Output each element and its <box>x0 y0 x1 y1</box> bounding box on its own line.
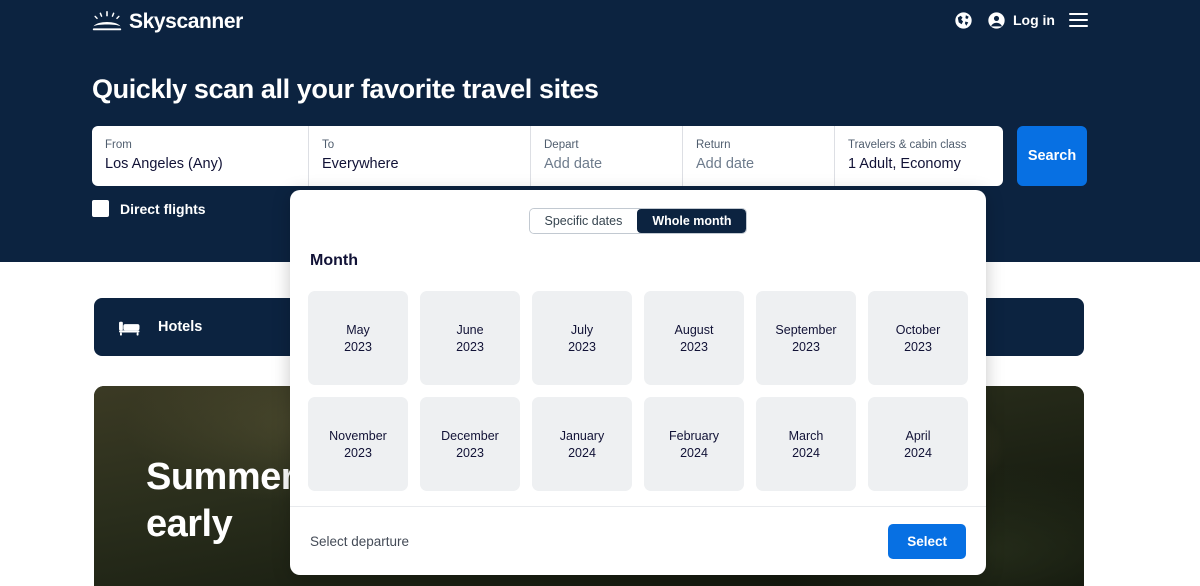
month-year: 2024 <box>904 445 932 460</box>
month-option[interactable]: April 2024 <box>868 397 968 491</box>
month-year: 2024 <box>792 445 820 460</box>
month-name: December <box>441 428 499 443</box>
return-date-field[interactable]: Return Add date <box>683 126 835 186</box>
hamburger-menu-icon[interactable] <box>1069 13 1088 27</box>
flight-search-form: From Los Angeles (Any) To Everywhere Dep… <box>92 126 1087 186</box>
month-option[interactable]: August 2023 <box>644 291 744 385</box>
month-year: 2023 <box>904 339 932 354</box>
travelers-value: 1 Adult, Economy <box>848 156 961 172</box>
depart-date-field[interactable]: Depart Add date <box>531 126 683 186</box>
promo-line-1: Summer <box>146 456 296 498</box>
month-name: February <box>668 428 720 443</box>
promo-line-2: early <box>146 503 233 545</box>
month-year: 2023 <box>568 339 596 354</box>
origin-field[interactable]: From Los Angeles (Any) <box>92 126 309 186</box>
month-option[interactable]: February 2024 <box>644 397 744 491</box>
month-name: January <box>559 428 605 443</box>
months-grid: May 2023 June 2023 July 2023 August 2023… <box>308 291 968 491</box>
month-year: 2023 <box>792 339 820 354</box>
top-navigation-bar: Skyscanner Log in <box>0 0 1200 42</box>
search-button[interactable]: Search <box>1017 126 1087 186</box>
direct-flights-checkbox[interactable] <box>92 200 109 217</box>
month-year: 2023 <box>456 445 484 460</box>
promo-headline: Summer early <box>146 454 296 548</box>
bed-icon <box>119 321 140 336</box>
destination-label: To <box>322 139 335 151</box>
tab-specific-dates[interactable]: Specific dates <box>529 209 638 233</box>
month-section-title: Month <box>310 252 358 269</box>
tab-whole-month[interactable]: Whole month <box>637 209 747 233</box>
month-name: March <box>788 428 824 443</box>
select-departure-note: Select departure <box>310 533 410 549</box>
tab-group: Specific dates Whole month <box>528 208 748 234</box>
origin-value: Los Angeles (Any) <box>105 156 223 172</box>
month-name: April <box>905 428 931 443</box>
direct-flights-label: Direct flights <box>120 200 206 217</box>
month-option[interactable]: October 2023 <box>868 291 968 385</box>
month-name: May <box>346 322 370 337</box>
destination-field[interactable]: To Everywhere <box>309 126 531 186</box>
nav-actions: Log in <box>954 8 1088 32</box>
skyscanner-flight-search-page: Skyscanner Log in Quickly scan all your … <box>0 0 1200 586</box>
destination-value: Everywhere <box>322 156 399 172</box>
date-mode-tabs: Specific dates Whole month <box>290 208 986 234</box>
month-year: 2023 <box>344 339 372 354</box>
select-button[interactable]: Select <box>888 523 966 559</box>
month-option[interactable]: January 2024 <box>532 397 632 491</box>
skyscanner-logo[interactable]: Skyscanner <box>92 8 243 36</box>
month-year: 2024 <box>568 445 596 460</box>
travelers-label: Travelers & cabin class <box>848 139 967 151</box>
modal-footer: Select departure Select <box>290 506 986 575</box>
login-button[interactable]: Log in <box>987 11 1055 30</box>
depart-label: Depart <box>544 139 579 151</box>
month-name: June <box>456 322 484 337</box>
month-picker-modal: Specific dates Whole month Month May 202… <box>290 190 986 575</box>
direct-flights-toggle[interactable]: Direct flights <box>92 200 206 217</box>
travelers-cabin-field[interactable]: Travelers & cabin class 1 Adult, Economy <box>835 126 1003 186</box>
month-name: October <box>895 322 941 337</box>
hotels-card-label: Hotels <box>158 319 203 335</box>
month-name: September <box>775 322 837 337</box>
month-year: 2023 <box>344 445 372 460</box>
globe-icon[interactable] <box>954 11 973 30</box>
sunrise-rays-icon <box>92 11 122 31</box>
return-label: Return <box>696 139 731 151</box>
month-name: August <box>674 322 714 337</box>
page-headline: Quickly scan all your favorite travel si… <box>92 74 599 104</box>
month-name: July <box>570 322 594 337</box>
origin-label: From <box>105 139 132 151</box>
return-value: Add date <box>696 156 755 172</box>
month-option[interactable]: May 2023 <box>308 291 408 385</box>
month-year: 2023 <box>456 339 484 354</box>
month-option[interactable]: November 2023 <box>308 397 408 491</box>
account-circle-icon <box>988 11 1005 29</box>
month-year: 2024 <box>680 445 708 460</box>
logo-wordmark: Skyscanner <box>129 10 243 33</box>
month-option[interactable]: September 2023 <box>756 291 856 385</box>
month-name: November <box>329 428 387 443</box>
month-option[interactable]: June 2023 <box>420 291 520 385</box>
month-option[interactable]: December 2023 <box>420 397 520 491</box>
login-label: Log in <box>1013 12 1055 28</box>
month-year: 2023 <box>680 339 708 354</box>
month-option[interactable]: March 2024 <box>756 397 856 491</box>
depart-value: Add date <box>544 156 603 172</box>
month-option[interactable]: July 2023 <box>532 291 632 385</box>
